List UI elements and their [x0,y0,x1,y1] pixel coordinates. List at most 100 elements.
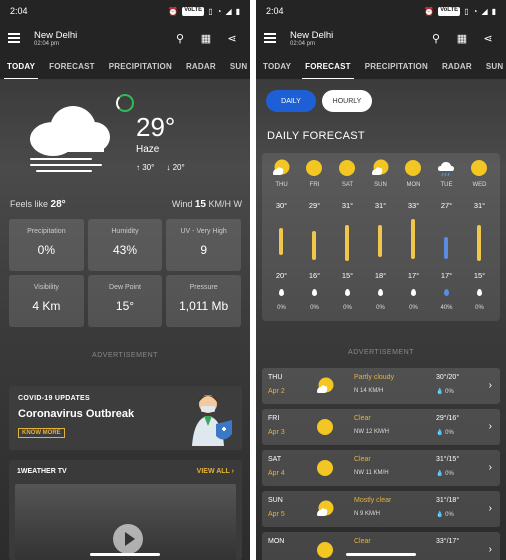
partly-cloudy-icon [316,377,334,395]
temperature-range-bar [411,219,415,259]
tab-precipitation[interactable]: PRECIPITATION [102,54,179,79]
row-temps: 29°/16° [436,415,460,422]
weather-tv-title: 1WEATHER TV [17,468,67,475]
feels-wind-row: Feels like 28° Wind 15 KM/H W [10,199,242,210]
tab-sun-moon[interactable]: SUN & MO [479,54,506,79]
location-block[interactable]: New Delhi 02:04 pm [34,30,164,47]
forecast-day-column[interactable]: SAT 31° 15° 0% [331,153,364,321]
forecast-day-column[interactable]: WED 31° 15° 0% [463,153,496,321]
sun-icon [470,159,488,177]
refresh-icon[interactable] [116,94,134,112]
chevron-right-icon[interactable]: › [489,462,492,473]
forecast-high-temp: 31° [473,201,486,210]
high-low: ↑ 30° ↓ 20° [136,163,185,172]
forecast-day-column[interactable]: TUE 27° 17° 40% [430,153,463,321]
raindrop-icon [312,289,317,296]
row-precip: 💧 0% [436,389,454,395]
sun-icon [338,159,356,177]
row-day: FRI [268,415,280,422]
status-time-2: 2:04 [266,6,284,16]
know-more-button[interactable]: KNOW MORE [18,428,65,438]
forecast-high-temp: 31° [374,201,387,210]
menu-icon[interactable] [8,33,20,43]
tab-today[interactable]: TODAY [0,54,42,79]
video-thumbnail[interactable] [15,484,236,560]
tab-today[interactable]: TODAY [256,54,298,79]
haze-icon [26,104,112,162]
chevron-right-icon[interactable]: › [489,380,492,391]
tab-radar[interactable]: RADAR [435,54,479,79]
tab-sun-moon[interactable]: SUN & MO [223,54,250,79]
app-bar-2: New Delhi 02:04 pm ⚲ ▦ ⋖ [256,22,506,54]
tab-precipitation[interactable]: PRECIPITATION [358,54,435,79]
forecast-high-temp: 33° [407,201,420,210]
chevron-right-icon[interactable]: › [489,544,492,555]
tab-radar[interactable]: RADAR [179,54,223,79]
feels-like: Feels like 28° [10,199,66,210]
high-temp: ↑ 30° [136,163,155,172]
sun-icon [316,418,334,436]
forecast-day-name: SUN [374,182,387,188]
sun-icon [316,459,334,477]
metric-uv: UV - Very High 9 [166,219,241,271]
partly-cloudy-icon [272,159,290,177]
forecast-day-column[interactable]: THU 30° 20° 0% [265,153,298,321]
wifi-icon: ◔ [472,6,478,16]
share-icon[interactable]: ⋖ [222,32,242,45]
forecast-day-name: SAT [341,182,354,188]
row-day: THU [268,374,283,381]
row-condition: Mostly clear [354,497,392,504]
status-icons: ⏰ VoLTE ▯ ◔ ◢ ▮ [168,6,240,16]
forecast-day-column[interactable]: MON 33° 17° 0% [397,153,430,321]
row-condition: Clear [354,538,371,545]
tab-forecast[interactable]: FORECAST [42,54,102,79]
gesture-bar[interactable] [90,553,160,556]
forecast-high-temp: 27° [440,201,453,210]
weather-tv-card: 1WEATHER TV VIEW ALL › [9,460,242,560]
map-icon[interactable]: ▦ [196,32,216,45]
chevron-right-icon[interactable]: › [489,421,492,432]
status-bar-2: 2:04 ⏰ VoLTE ▯ ◔ ◢ ▮ [256,0,506,22]
forecast-precip-chance: 0% [277,305,286,311]
row-day: SAT [268,456,282,463]
hourly-toggle[interactable]: HOURLY [322,90,372,112]
battery-icon: ▮ [491,6,496,16]
low-temp: ↓ 20° [166,163,185,172]
forecast-day-column[interactable]: FRI 29° 16° 0% [298,153,331,321]
volte-icon: VoLTE [182,6,205,16]
forecast-low-temp: 16° [308,271,321,280]
location-city: New Delhi [34,29,78,41]
partly-cloudy-icon [316,500,334,518]
map-icon[interactable]: ▦ [452,32,472,45]
location-time-2: 02:04 pm [290,40,316,47]
temperature-range-bar [444,237,448,259]
search-icon[interactable]: ⚲ [426,32,446,45]
covid-card[interactable]: COVID-19 UPDATES Coronavirus Outbreak KN… [9,386,242,450]
forecast-row[interactable]: THU Apr 2 Partly cloudy N 14 KM/H 30°/20° 💧 0… [262,368,500,404]
rain-cloud-icon [437,159,455,177]
search-icon[interactable]: ⚲ [170,32,190,45]
daily-forecast-title: DAILY FORECAST [267,130,365,142]
share-icon[interactable]: ⋖ [478,32,498,45]
raindrop-icon [444,289,449,296]
play-icon[interactable] [113,524,143,554]
forecast-row[interactable]: SUN Apr 5 Mostly clear N 9 KM/H 31°/18° 💧 0% › [262,491,500,527]
forecast-row[interactable]: FRI Apr 3 Clear NW 12 KM/H 29°/16° 💧 0% › [262,409,500,445]
gesture-bar-2[interactable] [346,553,416,556]
menu-icon[interactable] [264,33,276,43]
forecast-row[interactable]: SAT Apr 4 Clear NW 11 KM/H 31°/15° 💧 0% › [262,450,500,486]
chevron-right-icon[interactable]: › [489,503,492,514]
status-icons-2: ⏰ VoLTE ▯ ◔ ◢ ▮ [424,6,496,16]
tab-forecast[interactable]: FORECAST [298,54,358,79]
row-wind: N 14 KM/H [354,388,384,394]
tab-bar-2: TODAY FORECAST PRECIPITATION RADAR SUN &… [256,54,506,80]
forecast-low-temp: 17° [440,271,453,280]
daily-toggle[interactable]: DAILY [266,90,316,112]
alarm-icon: ⏰ [168,6,179,16]
row-temps: 31°/18° [436,497,460,504]
forecast-low-temp: 20° [275,271,288,280]
row-condition: Partly cloudy [354,374,395,381]
location-block-2[interactable]: New Delhi 02:04 pm [290,30,420,47]
forecast-day-column[interactable]: SUN 31° 18° 0% [364,153,397,321]
view-all-link[interactable]: VIEW ALL › [197,468,234,475]
